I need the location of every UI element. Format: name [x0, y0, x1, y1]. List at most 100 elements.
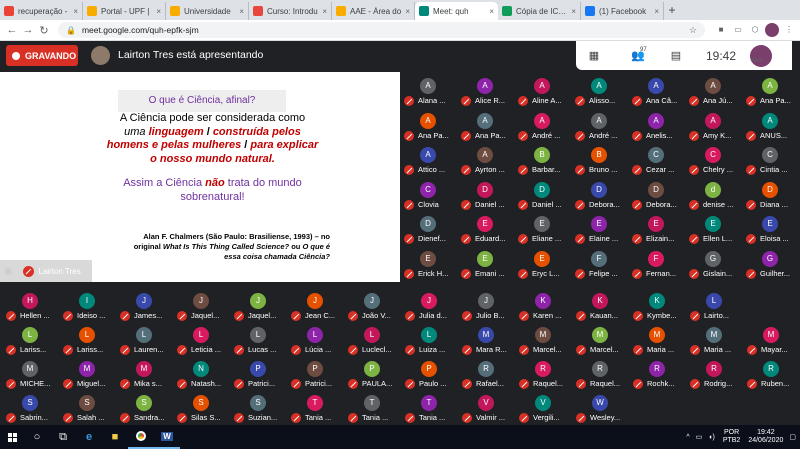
- participant-tile[interactable]: A Amy K...: [685, 106, 741, 143]
- participant-tile[interactable]: M Mara R...: [458, 321, 514, 357]
- participant-tile[interactable]: J James...: [116, 287, 172, 323]
- participant-tile[interactable]: A Ana Pa...: [457, 106, 513, 143]
- browser-tab[interactable]: recuperação - ×: [0, 2, 83, 20]
- participant-tile[interactable]: M Maria ...: [629, 321, 685, 357]
- participant-tile[interactable]: S Suzian...: [230, 389, 286, 425]
- participant-tile[interactable]: W Wesley...: [572, 389, 628, 425]
- participant-tile[interactable]: L Luclecl...: [344, 321, 400, 357]
- participant-tile[interactable]: D Daniel ...: [514, 175, 570, 212]
- participant-tile[interactable]: L Luiza ...: [401, 321, 457, 357]
- participant-tile[interactable]: K Kauan...: [572, 287, 628, 323]
- participant-tile[interactable]: M Mika s...: [116, 355, 172, 391]
- participant-tile[interactable]: D Diana ...: [742, 175, 798, 212]
- participant-tile[interactable]: E Eduard...: [457, 210, 513, 246]
- participant-tile[interactable]: V Valmir ...: [458, 389, 514, 425]
- participant-tile[interactable]: S Sabrin...: [2, 389, 58, 425]
- close-tab-icon[interactable]: ×: [571, 7, 576, 16]
- chrome-icon[interactable]: [128, 425, 154, 449]
- participant-tile[interactable]: P Paulo ...: [401, 355, 457, 391]
- task-view-icon[interactable]: ⧉: [50, 425, 76, 449]
- participant-tile[interactable]: C Cintia ...: [742, 141, 798, 177]
- participant-tile[interactable]: B Bruno ...: [571, 141, 627, 177]
- participant-tile[interactable]: J João V...: [344, 287, 400, 323]
- participant-tile[interactable]: M Marcel...: [572, 321, 628, 357]
- participant-tile[interactable]: A Ana Câ...: [628, 72, 684, 108]
- participant-tile[interactable]: d denise ...: [685, 175, 741, 212]
- participant-tile[interactable]: B Barbar...: [514, 141, 570, 177]
- browser-tab[interactable]: Curso: Introdu ×: [249, 2, 332, 20]
- word-icon[interactable]: W: [154, 425, 180, 449]
- language-indicator[interactable]: POR PTB2: [723, 429, 741, 445]
- participant-tile[interactable]: S Silas S...: [173, 389, 229, 425]
- participant-tile[interactable]: L Lairto...: [686, 287, 742, 323]
- participant-tile[interactable]: A Ana Pa...: [400, 106, 456, 143]
- participant-tile[interactable]: C Chelry ...: [685, 141, 741, 177]
- new-tab-button[interactable]: +: [664, 2, 680, 20]
- participant-tile[interactable]: C Cezar ...: [628, 141, 684, 177]
- participant-tile[interactable]: N Natash...: [173, 355, 229, 391]
- participant-tile[interactable]: L Lariss...: [59, 321, 115, 357]
- participant-tile[interactable]: H Hellen ...: [2, 287, 58, 323]
- participant-tile[interactable]: T Tania ...: [344, 389, 400, 425]
- participant-tile[interactable]: K Karen ...: [515, 287, 571, 323]
- participant-tile[interactable]: A Alana ...: [400, 72, 456, 108]
- participant-tile[interactable]: P Patrici...: [287, 355, 343, 391]
- file-explorer-icon[interactable]: ■: [102, 425, 128, 449]
- participant-tile[interactable]: E Emani ...: [457, 244, 513, 281]
- participant-tile[interactable]: G Gislain...: [685, 244, 741, 281]
- participant-tile[interactable]: T Tania ...: [401, 389, 457, 425]
- cast-icon[interactable]: ▭: [731, 23, 745, 37]
- participant-tile[interactable]: G Guilher...: [742, 244, 798, 281]
- participant-tile[interactable]: K Kymbe...: [629, 287, 685, 323]
- reload-icon[interactable]: ↻: [36, 24, 52, 37]
- close-tab-icon[interactable]: ×: [73, 7, 78, 16]
- participant-tile[interactable]: A Alice R...: [457, 72, 513, 108]
- browser-tab[interactable]: AAE - Área do ×: [332, 2, 415, 20]
- participant-tile[interactable]: A ANUS...: [742, 106, 798, 143]
- participant-tile[interactable]: A Ana Jú...: [685, 72, 741, 108]
- participant-tile[interactable]: A Ayrton ...: [457, 141, 513, 177]
- profile-avatar[interactable]: [765, 23, 779, 37]
- menu-icon[interactable]: ⋮: [782, 23, 796, 37]
- close-tab-icon[interactable]: ×: [654, 7, 659, 16]
- participant-tile[interactable]: M MICHE...: [2, 355, 58, 391]
- participant-tile[interactable]: A Ana Pa...: [742, 72, 798, 108]
- participant-tile[interactable]: E Erick H...: [400, 244, 456, 281]
- participant-tile[interactable]: L Lariss...: [2, 321, 58, 357]
- participant-tile[interactable]: R Rafael...: [458, 355, 514, 391]
- participant-tile[interactable]: S Sandra...: [116, 389, 172, 425]
- participant-tile[interactable]: A Aline A...: [514, 72, 570, 108]
- participant-tile[interactable]: R Ruben...: [743, 355, 799, 391]
- participant-tile[interactable]: M Maria ...: [686, 321, 742, 357]
- participant-tile[interactable]: M Miguel...: [59, 355, 115, 391]
- participant-tile[interactable]: E Eliane ...: [514, 210, 570, 246]
- participant-tile[interactable]: R Rochk...: [629, 355, 685, 391]
- browser-tab[interactable]: Portal - UPF | ×: [83, 2, 166, 20]
- participant-tile[interactable]: A André ...: [571, 106, 627, 143]
- chat-icon[interactable]: ▤: [664, 49, 688, 62]
- participant-tile[interactable]: D Daniel ...: [457, 175, 513, 212]
- volume-icon[interactable]: ◖): [708, 434, 715, 441]
- participant-tile[interactable]: T Tania ...: [287, 389, 343, 425]
- close-tab-icon[interactable]: ×: [239, 7, 244, 16]
- camera-icon[interactable]: ■: [714, 23, 728, 37]
- browser-tab[interactable]: Universidade ×: [166, 2, 249, 20]
- participant-tile[interactable]: P Patrici...: [230, 355, 286, 391]
- network-icon[interactable]: ▭: [696, 433, 703, 441]
- extension-icon[interactable]: ⬡: [748, 23, 762, 37]
- back-icon[interactable]: ←: [4, 24, 20, 36]
- participant-tile[interactable]: J Jaquel...: [230, 287, 286, 323]
- participant-tile[interactable]: A Anelis...: [628, 106, 684, 143]
- participant-tile[interactable]: L Lauren...: [116, 321, 172, 357]
- participant-tile[interactable]: M Marcel...: [515, 321, 571, 357]
- participant-tile[interactable]: E Elizain...: [628, 210, 684, 246]
- participant-tile[interactable]: P PAULA...: [344, 355, 400, 391]
- participant-tile[interactable]: J Julia d...: [401, 287, 457, 323]
- participant-tile[interactable]: E Elaine ...: [571, 210, 627, 246]
- participant-tile[interactable]: A André ...: [514, 106, 570, 143]
- url-field[interactable]: 🔒 meet.google.com/quh-epfk-sjm ☆: [58, 22, 705, 38]
- browser-tab[interactable]: (1) Facebook ×: [581, 2, 664, 20]
- participant-tile[interactable]: V Vergili...: [515, 389, 571, 425]
- participant-tile[interactable]: J Jaquel...: [173, 287, 229, 323]
- participant-tile[interactable]: C Clovia: [400, 175, 456, 212]
